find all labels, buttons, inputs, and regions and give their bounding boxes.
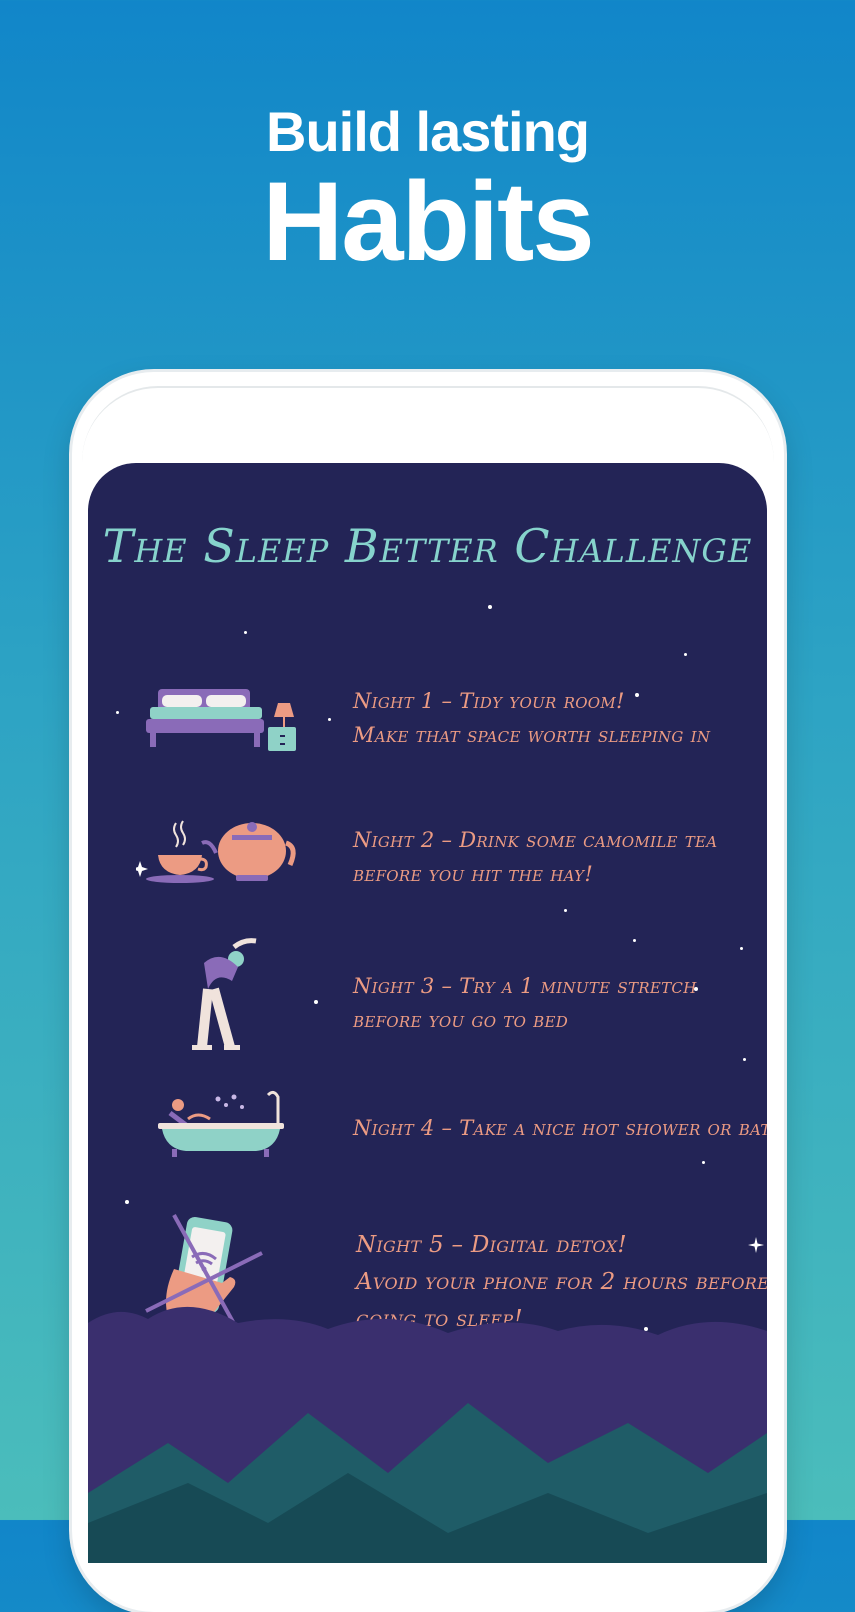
star — [328, 718, 331, 721]
star — [633, 939, 636, 942]
item-5-line-1: Night 5 – Digital detox! — [356, 1232, 627, 1258]
teapot-icon — [136, 820, 296, 883]
star — [314, 1000, 318, 1004]
phone-bezel-edge — [82, 386, 774, 468]
headline-line-2: Habits — [262, 159, 594, 284]
item-3-line-1: Night 3 – Try a 1 minute stretch — [353, 974, 697, 998]
item-1-line-2: Make that space worth sleeping in — [353, 723, 711, 747]
star — [702, 1161, 705, 1164]
item-1-line-1: Night 1 – Tidy your room! — [353, 689, 625, 713]
bathtub-icon — [158, 1090, 284, 1157]
star — [116, 711, 119, 714]
item-2-line-1: Night 2 – Drink some camomile tea — [353, 828, 718, 852]
headline-line-1: Build lasting — [266, 100, 590, 163]
star — [740, 947, 743, 950]
star — [488, 605, 492, 609]
item-2-line-2: before you hit the hay! — [353, 862, 594, 886]
stretch-icon — [192, 938, 257, 1050]
star — [244, 631, 247, 634]
star — [743, 1058, 746, 1061]
bed-icon — [146, 689, 296, 751]
challenge-item-4: Night 4 – Take a nice hot shower or bath — [353, 1111, 767, 1145]
star — [125, 1200, 129, 1204]
headline: Build lasting Habits — [0, 100, 855, 280]
star — [564, 909, 567, 912]
item-4-line-1: Night 4 – Take a nice hot shower or bath — [353, 1116, 767, 1140]
challenge-item-3: Night 3 – Try a 1 minute stretch before … — [353, 969, 697, 1037]
star — [684, 653, 687, 656]
challenge-title: The Sleep Better Challenge — [102, 519, 753, 573]
challenge-item-2: Night 2 – Drink some camomile tea before… — [353, 823, 717, 891]
app-screen: The Sleep Better Challenge Night 1 – Tid… — [88, 463, 767, 1563]
mountain-landscape — [88, 1306, 767, 1563]
challenge-item-1: Night 1 – Tidy your room! Make that spac… — [353, 684, 710, 752]
item-3-line-2: before you go to bed — [353, 1008, 569, 1032]
